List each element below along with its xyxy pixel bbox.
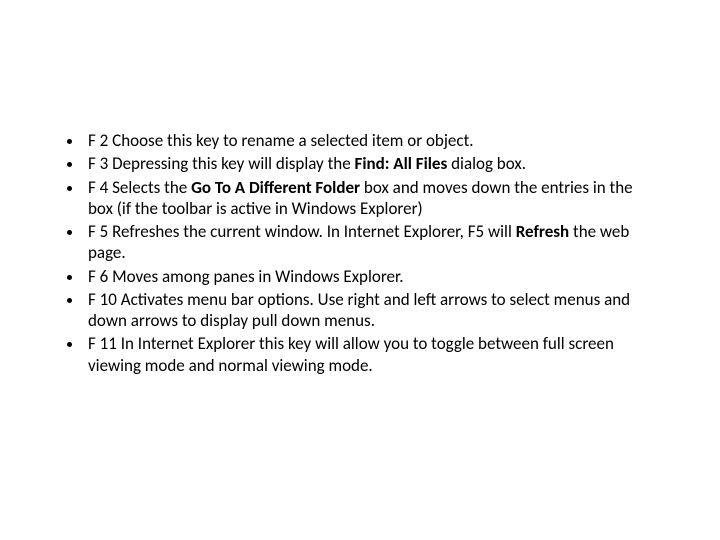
fkey-label: F 4 <box>88 177 108 198</box>
fkey-label: F 2 <box>88 130 108 151</box>
list-item: F 11 In Internet Explorer this key will … <box>84 333 660 376</box>
slide: F 2 Choose this key to rename a selected… <box>0 0 720 540</box>
bold-text: Go To A Different Folder <box>191 177 360 198</box>
fkey-text: Refreshes the current window. In Interne… <box>108 221 515 242</box>
fkey-label: F 3 <box>88 153 108 174</box>
fkey-list: F 2 Choose this key to rename a selected… <box>60 130 660 376</box>
fkey-text: Depressing this key will display the <box>108 153 354 174</box>
list-item: F 10 Activates menu bar options. Use rig… <box>84 289 660 332</box>
list-item: F 5 Refreshes the current window. In Int… <box>84 221 660 264</box>
list-item: F 6 Moves among panes in Windows Explore… <box>84 266 660 287</box>
fkey-text: Activates menu bar options. Use right an… <box>88 289 630 331</box>
bold-text: Refresh <box>516 221 569 242</box>
list-item: F 4 Selects the Go To A Different Folder… <box>84 177 660 220</box>
fkey-label: F 11 <box>88 333 117 354</box>
fkey-text: Moves among panes in Windows Explorer. <box>108 266 403 287</box>
fkey-text: dialog box. <box>447 153 526 174</box>
fkey-label: F 5 <box>88 221 108 242</box>
fkey-label: F 10 <box>88 289 117 310</box>
fkey-text: Selects the <box>108 177 191 198</box>
fkey-text: In Internet Explorer this key will allow… <box>88 333 614 375</box>
list-item: F 3 Depressing this key will display the… <box>84 153 660 174</box>
list-item: F 2 Choose this key to rename a selected… <box>84 130 660 151</box>
fkey-text: Choose this key to rename a selected ite… <box>108 130 473 151</box>
bold-text: Find: All Files <box>355 153 448 174</box>
fkey-label: F 6 <box>88 266 108 287</box>
